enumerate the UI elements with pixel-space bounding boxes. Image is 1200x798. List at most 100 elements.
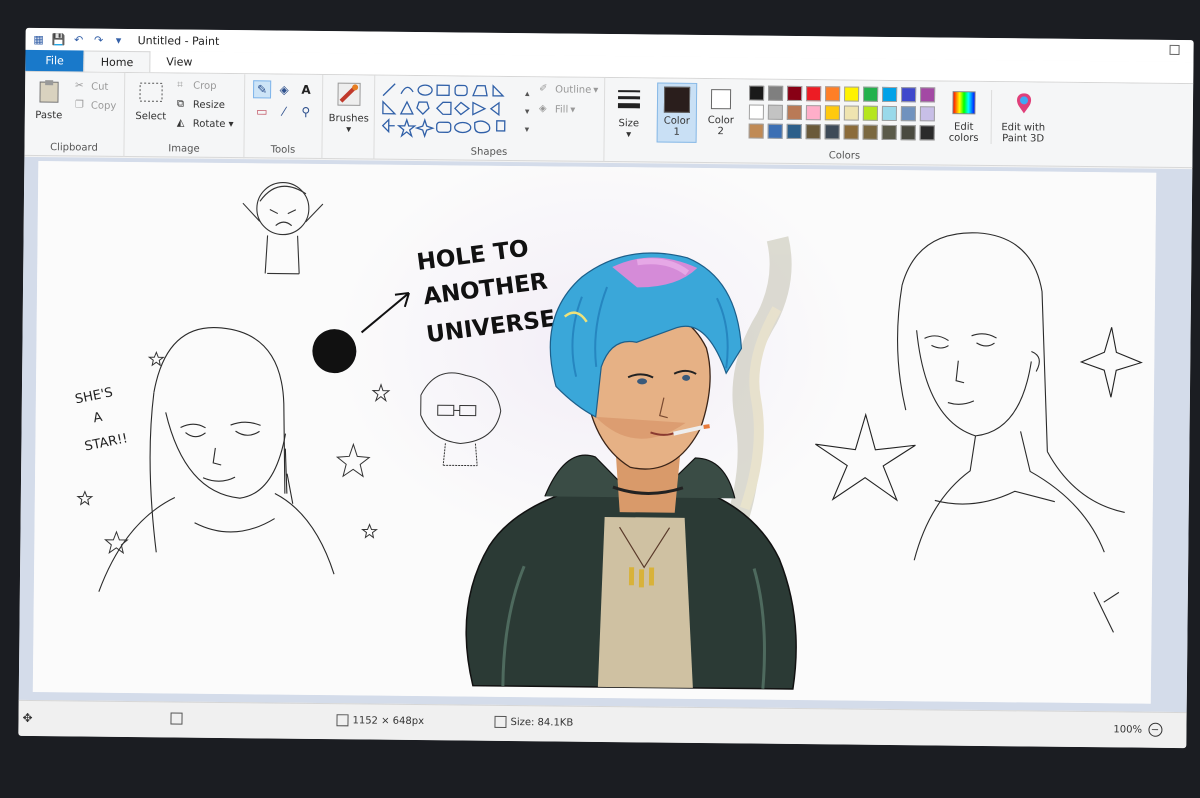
color-swatch[interactable]: [768, 85, 784, 101]
rotate-button[interactable]: ◭ Rotate ▾: [177, 117, 234, 130]
disk-icon: [494, 715, 507, 728]
drawing-canvas[interactable]: HOLE TO ANOTHER UNIVERSE SHE'S A STAR!!: [32, 161, 1157, 704]
brush-icon: [337, 82, 361, 106]
tab-file[interactable]: File: [25, 49, 84, 72]
color-swatch[interactable]: [843, 105, 859, 121]
color-swatch[interactable]: [767, 104, 783, 120]
image-group-label: Image: [168, 143, 200, 155]
color2-swatch: [710, 89, 732, 110]
tools-group-label: Tools: [270, 144, 296, 156]
workspace: HOLE TO ANOTHER UNIVERSE SHE'S A STAR!!: [18, 156, 1193, 713]
shapes-group-label: Shapes: [470, 146, 508, 158]
color-swatch[interactable]: [920, 87, 936, 103]
copy-button[interactable]: ❐ Copy: [75, 99, 116, 111]
save-icon[interactable]: 💾: [52, 32, 66, 46]
rotate-label: Rotate: [192, 118, 226, 130]
tab-view[interactable]: View: [150, 51, 208, 73]
select-button[interactable]: Select: [131, 79, 171, 122]
color-swatch[interactable]: [787, 85, 803, 102]
magnifier-icon[interactable]: ⚲: [297, 103, 315, 121]
color2-button[interactable]: Color 2: [701, 83, 742, 143]
brushes-button[interactable]: Brushes ▾: [327, 81, 372, 135]
edit-colors-button[interactable]: Edit colors: [943, 90, 986, 144]
color-swatch[interactable]: [824, 124, 840, 140]
customize-qat-icon[interactable]: ▾: [112, 33, 126, 47]
fill-button[interactable]: ◈ Fill ▾: [539, 103, 576, 115]
selection-icon: [170, 712, 183, 725]
shapes-gallery[interactable]: [381, 82, 522, 139]
brushes-label: Brushes: [328, 113, 369, 125]
color-swatch[interactable]: [748, 104, 764, 120]
paste-button[interactable]: Paste: [31, 78, 67, 121]
resize-button[interactable]: ⧉ Resize: [177, 98, 225, 111]
select-label: Select: [135, 111, 167, 123]
image-group: Select ⌗ Crop ⧉ Resize ◭ Rotate ▾ Image: [124, 72, 246, 159]
pencil-tool-icon[interactable]: ✎: [253, 80, 272, 99]
shapes-scroll[interactable]: ▴ ▾ ▾: [525, 85, 530, 139]
color-swatch[interactable]: [881, 124, 897, 141]
selection-size: [170, 712, 186, 725]
color-swatch[interactable]: [786, 123, 802, 140]
maximize-button[interactable]: [1169, 44, 1180, 55]
paint3d-label-1: Edit with: [1001, 122, 1046, 134]
edit-colors-label-1: Edit: [954, 121, 974, 133]
size-button[interactable]: Size ▾: [611, 86, 648, 140]
paint-window: ▦ 💾 ↶ ↷ ▾ Untitled - Paint File Home Vie…: [18, 27, 1194, 749]
edit-with-paint3d-button[interactable]: Edit with Paint 3D: [990, 90, 1052, 145]
crop-button[interactable]: ⌗ Crop: [177, 79, 216, 91]
paint-app-icon: ▦: [33, 32, 44, 46]
color-swatch[interactable]: [862, 124, 878, 140]
color-swatch[interactable]: [805, 105, 821, 121]
outline-label: Outline: [555, 83, 592, 96]
color-swatch[interactable]: [824, 105, 840, 121]
color-swatch[interactable]: [749, 85, 765, 101]
text-tool-icon[interactable]: A: [297, 81, 315, 99]
redo-icon[interactable]: ↷: [92, 33, 106, 47]
color-swatch[interactable]: [900, 106, 916, 122]
fill-tool-icon[interactable]: ◈: [275, 81, 293, 99]
zoom-out-button[interactable]: −: [1147, 722, 1163, 737]
color-swatch[interactable]: [919, 106, 935, 122]
image-size-icon: [336, 714, 349, 727]
rotate-icon: ◭: [176, 117, 185, 129]
color-swatch[interactable]: [919, 125, 935, 141]
chevron-down-icon: ▾: [626, 129, 632, 141]
color-swatch[interactable]: [843, 124, 859, 140]
eraser-tool-icon[interactable]: ▭: [253, 102, 271, 120]
color-swatch[interactable]: [786, 104, 802, 121]
color-swatch[interactable]: [863, 86, 879, 102]
cut-button[interactable]: ✂ Cut: [75, 80, 108, 92]
paint3d-label-2: Paint 3D: [1002, 133, 1045, 145]
file-size-label: Size: 84.1KB: [510, 716, 574, 729]
color-swatch[interactable]: [882, 86, 898, 103]
paint3d-icon: [1016, 93, 1031, 114]
color-swatch[interactable]: [748, 123, 764, 139]
color-swatch[interactable]: [806, 86, 822, 102]
resize-label: Resize: [192, 99, 226, 111]
clipboard-group-label: Clipboard: [50, 142, 98, 154]
color-swatch[interactable]: [805, 124, 821, 140]
zoom-level: 100%: [1113, 723, 1143, 736]
undo-icon[interactable]: ↶: [72, 32, 86, 46]
color-swatch[interactable]: [767, 123, 783, 139]
color-swatch[interactable]: [901, 87, 917, 103]
cut-label: Cut: [91, 81, 109, 93]
chevron-down-icon: ▾: [228, 118, 234, 130]
color-picker-icon[interactable]: ⁄: [275, 103, 293, 121]
color-swatch[interactable]: [844, 86, 860, 102]
color-swatch[interactable]: [900, 125, 916, 141]
color-wheel-icon: [952, 91, 976, 115]
color-swatch[interactable]: [862, 105, 878, 121]
clipboard-group: Paste ✂ Cut ❐ Copy Clipboard: [24, 71, 126, 157]
tab-home[interactable]: Home: [83, 50, 151, 73]
color-swatch[interactable]: [881, 105, 897, 122]
outline-button[interactable]: ✐ Outline ▾: [539, 83, 598, 96]
color-swatch[interactable]: [825, 86, 841, 102]
color2-label: Color: [707, 115, 734, 127]
fill-label: Fill: [554, 103, 569, 116]
size-group: Size ▾: [604, 78, 653, 162]
color1-button[interactable]: Color 1: [656, 82, 698, 143]
brushes-group: Brushes ▾: [322, 75, 376, 160]
copy-icon: ❐: [74, 99, 84, 111]
paste-label: Paste: [35, 110, 63, 122]
